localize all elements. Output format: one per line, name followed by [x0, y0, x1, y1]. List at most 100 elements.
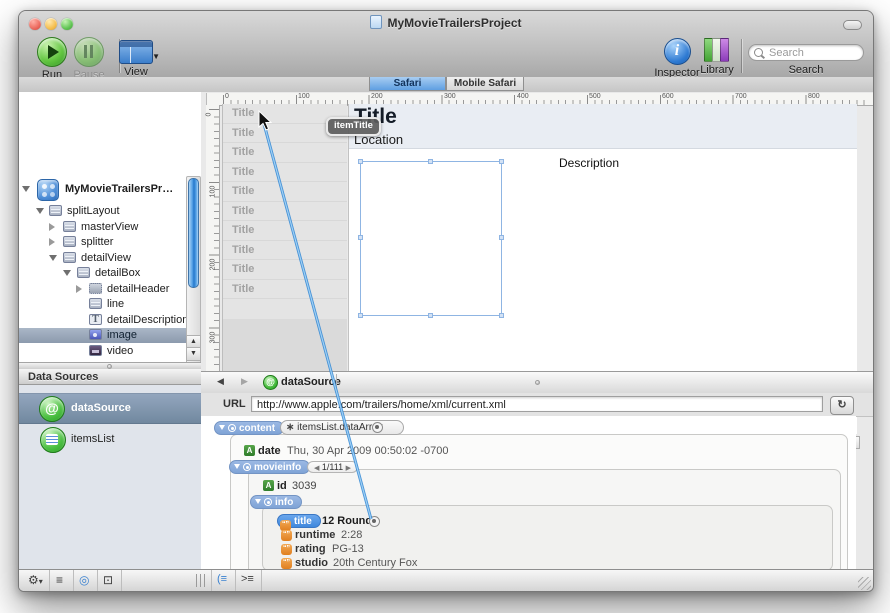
resize-handle[interactable] — [428, 159, 433, 164]
url-input[interactable]: http://www.apple.com/trailers/home/xml/c… — [251, 396, 823, 412]
data-sources-pane: @ dataSource itemsList — [19, 385, 201, 592]
stack-breadcrumb-bar: ◀ ▶ @ dataSource — [201, 371, 873, 394]
search-input[interactable]: Search — [748, 44, 864, 61]
list-view-button[interactable]: ≡ — [56, 573, 63, 587]
data-model-view: content ∗ itemsList.dataArray A date Thu… — [201, 416, 856, 569]
node-movieinfo[interactable]: movieinfo — [229, 460, 310, 474]
disclosure-open-icon[interactable] — [36, 208, 44, 214]
splitter-handle[interactable] — [196, 574, 207, 587]
text-icon: T — [89, 314, 102, 325]
detail-description[interactable]: Description — [559, 156, 619, 170]
edit-button[interactable]: ⊡ — [103, 573, 113, 587]
resize-handle[interactable] — [499, 313, 504, 318]
disclosure-open-icon[interactable] — [255, 499, 261, 504]
resize-handle[interactable] — [358, 313, 363, 318]
disclosure-open-icon[interactable] — [63, 270, 71, 276]
resize-handle[interactable] — [358, 235, 363, 240]
list-item[interactable]: Title — [223, 241, 347, 261]
disclosure-open-icon[interactable] — [49, 255, 57, 261]
tree-item-detaildescription[interactable]: T detailDescription — [19, 313, 201, 328]
forward-button[interactable]: ▶ — [241, 376, 248, 387]
search-label: Search — [748, 64, 864, 76]
record-pager[interactable]: ◀ 1/111 ▶ — [307, 461, 358, 473]
list-item[interactable]: Title — [223, 182, 347, 202]
chevron-down-icon: ▼ — [152, 52, 160, 61]
gear-menu-button[interactable]: ⚙▾ — [28, 573, 43, 587]
tab-mobile-safari[interactable]: Mobile Safari — [446, 77, 524, 91]
pause-icon — [74, 37, 104, 67]
toolbar: MyMovieTrailersProject Run Pause ▼ View … — [19, 11, 873, 78]
disclosure-closed-icon[interactable] — [76, 285, 82, 293]
node-icon — [228, 424, 236, 432]
list-item[interactable]: Title — [223, 260, 347, 280]
data-source-item-itemslist[interactable]: itemsList — [19, 425, 201, 454]
inspector-icon: i — [664, 38, 691, 65]
disclosure-open-icon[interactable] — [22, 186, 30, 192]
detail-header — [349, 104, 857, 149]
studio-key: studio — [295, 557, 328, 569]
view-button[interactable]: ▼ View — [113, 33, 159, 78]
indent-button[interactable]: >≡ — [241, 573, 254, 585]
list-item[interactable]: Title — [223, 221, 347, 241]
node-content[interactable]: content — [214, 421, 284, 435]
tree-item-project[interactable]: MyMovieTrailersPr… — [19, 182, 201, 197]
runtime-key: runtime — [295, 529, 335, 541]
tree-item-detailbox[interactable]: detailBox — [19, 266, 201, 281]
tree-item-splitter[interactable]: splitter — [19, 235, 201, 250]
string-icon: “” — [281, 544, 292, 555]
image-icon — [89, 329, 102, 340]
group-icon — [89, 283, 102, 294]
studio-value: 20th Century Fox — [333, 557, 417, 569]
attribute-icon: A — [263, 480, 274, 491]
dashcode-window: MyMovieTrailersProject Run Pause ▼ View … — [18, 10, 874, 592]
tree-item-detailheader[interactable]: detailHeader — [19, 282, 201, 297]
disclosure-closed-icon[interactable] — [49, 223, 55, 231]
refresh-button[interactable]: ↻ — [830, 396, 854, 415]
view-box-icon — [77, 267, 90, 278]
runtime-value: 2:28 — [341, 529, 362, 541]
tree-item-image[interactable]: image — [19, 328, 201, 343]
tree-item-splitlayout[interactable]: splitLayout — [19, 204, 201, 219]
back-button[interactable]: ◀ — [217, 376, 224, 387]
tree-item-masterview[interactable]: masterView — [19, 220, 201, 235]
selected-image-element[interactable] — [360, 161, 502, 316]
tree-item-line[interactable]: line — [19, 297, 201, 312]
record-button[interactable]: ◎ — [79, 573, 89, 587]
project-icon — [37, 179, 59, 201]
tree-item-video[interactable]: video — [19, 344, 201, 359]
view-box-icon — [63, 221, 76, 232]
binding-pill[interactable]: ∗ itemsList.dataArray — [280, 420, 404, 435]
disclosure-open-icon[interactable] — [234, 464, 240, 469]
list-item[interactable]: Title — [223, 280, 347, 300]
toolbar-toggle-button[interactable] — [843, 20, 862, 30]
desktop: MyMovieTrailersProject Run Pause ▼ View … — [0, 0, 890, 613]
node-info[interactable]: info — [250, 495, 302, 509]
data-source-item-datasource[interactable]: @ dataSource — [19, 393, 201, 424]
tab-safari[interactable]: Safari — [369, 77, 446, 91]
line-icon — [89, 298, 102, 309]
resize-handle[interactable] — [358, 159, 363, 164]
scroll-down-button[interactable]: ▼ — [186, 347, 201, 361]
string-icon: “” — [281, 558, 292, 569]
breadcrumb[interactable]: dataSource — [281, 376, 341, 388]
tree-item-detailview[interactable]: detailView — [19, 251, 201, 266]
list-item[interactable]: Title — [223, 143, 347, 163]
node-title[interactable]: “”title — [277, 514, 321, 528]
window-resize-grip[interactable] — [858, 577, 871, 590]
disclosure-closed-icon[interactable] — [49, 238, 55, 246]
video-icon — [89, 345, 102, 356]
run-button[interactable]: Run — [32, 33, 72, 81]
view-box-icon — [63, 236, 76, 247]
disclosure-open-icon[interactable] — [219, 425, 225, 430]
stack-frames-button[interactable]: (≡ — [217, 573, 227, 585]
resize-handle[interactable] — [428, 313, 433, 318]
resize-handle[interactable] — [499, 159, 504, 164]
list-item[interactable]: Title — [223, 202, 347, 222]
at-icon: @ — [263, 375, 278, 390]
list-item[interactable]: Title — [223, 163, 347, 183]
connection-ring[interactable] — [372, 422, 383, 433]
resize-handle[interactable] — [499, 235, 504, 240]
connection-ring-title[interactable] — [369, 516, 380, 527]
library-button[interactable]: Library — [695, 33, 739, 76]
pause-button[interactable]: Pause — [67, 33, 111, 81]
